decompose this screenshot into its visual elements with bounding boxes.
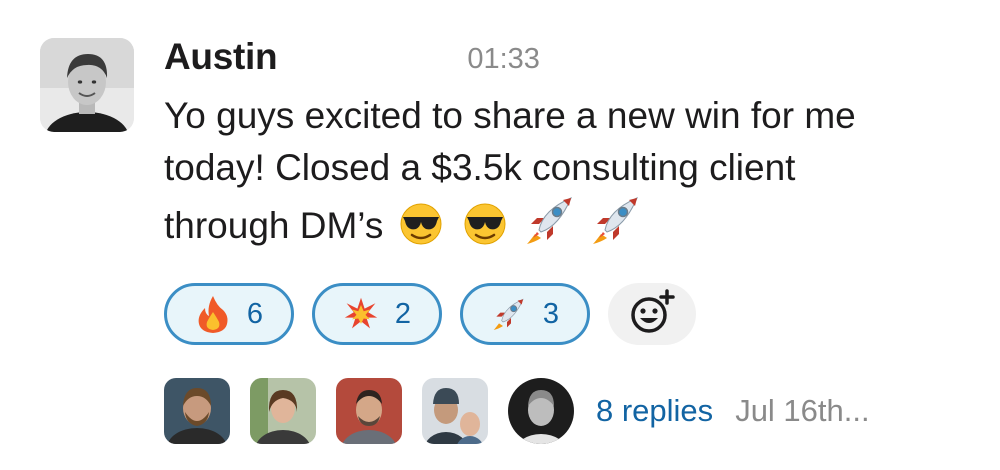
message-text-line: today! Closed a $3.5k consulting client (164, 147, 796, 188)
reactions-bar: 6 2 3 (164, 278, 984, 350)
reaction-collision[interactable]: 2 (312, 283, 442, 345)
thread-participant-avatar (336, 378, 402, 444)
thread-participant-avatar (422, 378, 488, 444)
message-header: Austin 01:33 (164, 36, 984, 88)
collision-emoji-icon (343, 294, 379, 334)
rocket-emoji-icon (491, 294, 527, 334)
message-content: Austin 01:33 Yo guys excited to share a … (164, 36, 984, 446)
rocket-emoji-icon (589, 194, 643, 260)
reaction-rocket[interactable]: 3 (460, 283, 590, 345)
message-text: Yo guys excited to share a new win for m… (164, 90, 984, 260)
reaction-count: 6 (246, 297, 264, 330)
reaction-count: 2 (394, 297, 412, 330)
reaction-count: 3 (542, 297, 560, 330)
add-reaction-icon (627, 288, 677, 340)
add-reaction-button[interactable] (608, 283, 696, 345)
author-name[interactable]: Austin (164, 36, 278, 78)
thread-participant-avatar (508, 378, 574, 444)
fire-emoji-icon (195, 294, 231, 334)
message-timestamp[interactable]: 01:33 (467, 43, 540, 76)
message: Austin 01:33 Yo guys excited to share a … (0, 0, 1000, 470)
sunglasses-emoji-icon (459, 198, 511, 260)
replies-link[interactable]: 8 replies (596, 393, 713, 429)
message-text-line: Yo guys excited to share a new win for m… (164, 95, 856, 136)
thread-participant-avatar (250, 378, 316, 444)
message-text-line: through DM’s (164, 205, 384, 246)
sunglasses-emoji-icon (395, 198, 447, 260)
rocket-emoji-icon (523, 194, 577, 260)
thread-summary[interactable]: 8 replies Jul 16th... (164, 376, 984, 446)
message-text-line-last: through DM’s (164, 194, 984, 260)
thread-participant-avatar (164, 378, 230, 444)
reaction-fire[interactable]: 6 (164, 283, 294, 345)
author-avatar[interactable] (40, 38, 134, 132)
last-reply-date: Jul 16th... (735, 393, 870, 428)
